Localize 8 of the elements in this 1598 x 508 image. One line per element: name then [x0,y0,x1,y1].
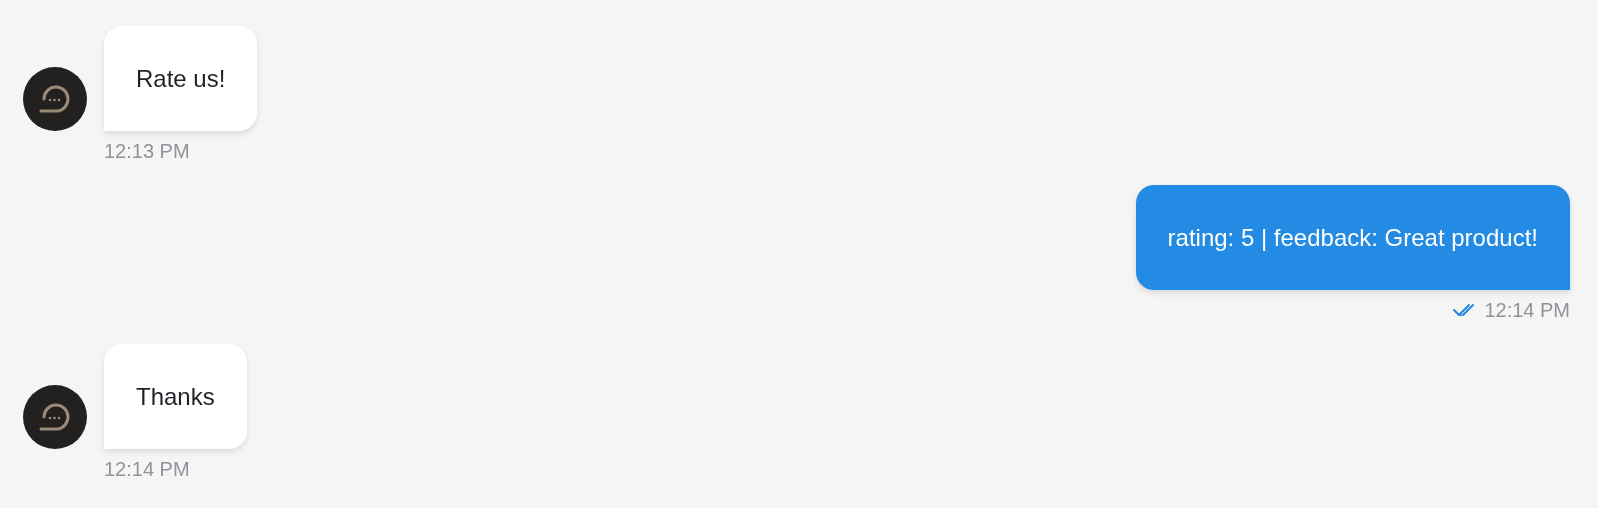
message-bubble: Rate us! [104,26,258,131]
message-bubble: Thanks [104,344,247,449]
message-time: 12:14 PM [104,457,190,482]
bot-avatar-icon [23,67,87,131]
message-time: 12:13 PM [104,139,190,164]
message-bubble: rating: 5 | feedback: Great product! [1135,185,1570,290]
message-time: 12:14 PM [1484,298,1570,323]
bot-avatar-icon [23,385,87,449]
